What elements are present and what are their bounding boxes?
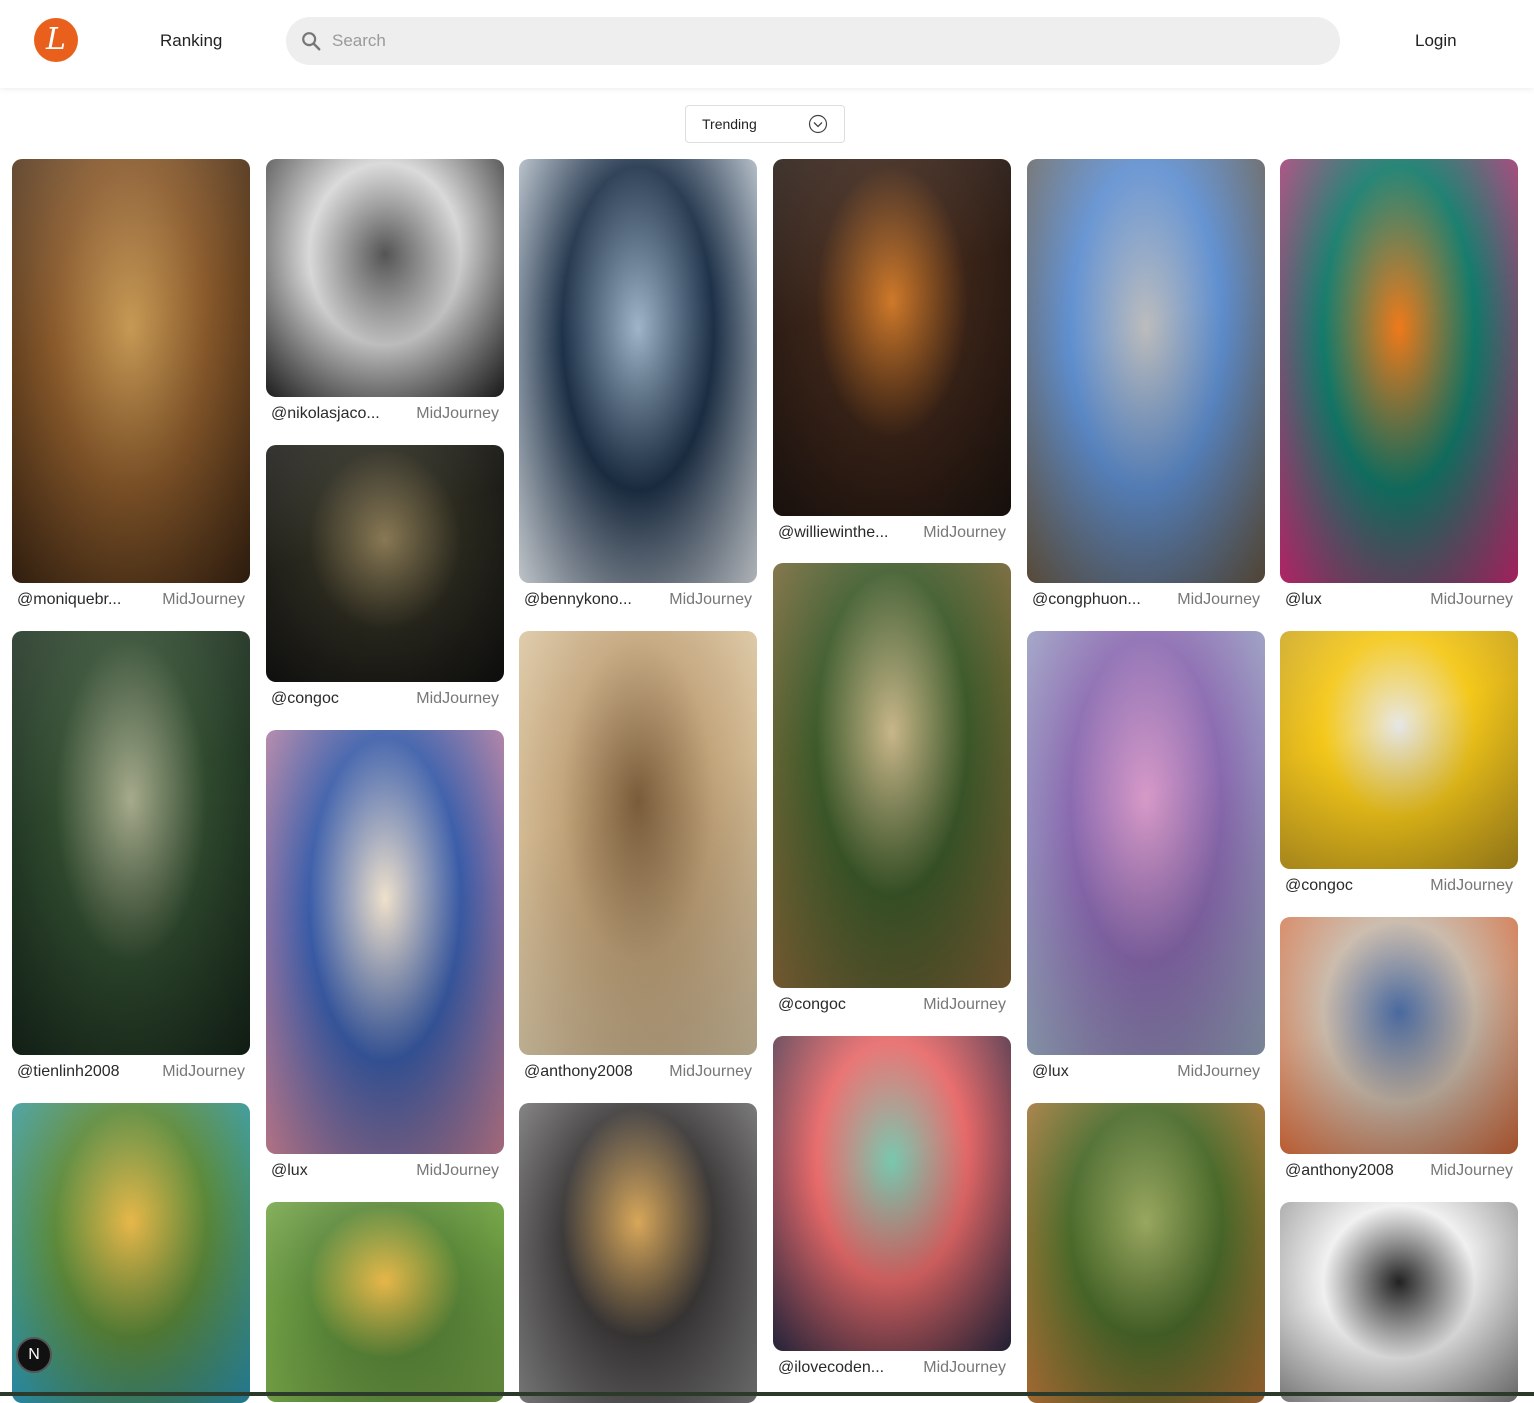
runway-bunny-hood-image[interactable] — [519, 159, 757, 583]
smoking-woman-photo-image[interactable] — [266, 445, 504, 682]
card-model: MidJourney — [669, 1063, 752, 1080]
card-username[interactable]: @nikolasjaco... — [271, 405, 380, 423]
card-username[interactable]: @congoc — [778, 996, 846, 1014]
card-model: MidJourney — [162, 591, 245, 608]
card-model: MidJourney — [1177, 591, 1260, 608]
card-username[interactable]: @lux — [1285, 591, 1322, 609]
card-meta: @moniquebr... MidJourney — [12, 590, 250, 610]
cat-plushies-image[interactable] — [773, 1036, 1011, 1351]
yellow-jacket-ad-image[interactable] — [1280, 631, 1518, 869]
card-username[interactable]: @congoc — [1285, 877, 1353, 895]
card-meta: @lux MidJourney — [266, 1161, 504, 1181]
purple-flower-petals-image[interactable] — [1027, 631, 1265, 1055]
deer-drinking-illustration-image[interactable] — [266, 1202, 504, 1402]
nav-ranking-link[interactable]: Ranking — [160, 31, 222, 51]
card-meta: @lux MidJourney — [1027, 1062, 1265, 1082]
card-model: MidJourney — [1430, 591, 1513, 608]
card-model: MidJourney — [416, 405, 499, 422]
card-meta: @lux MidJourney — [1280, 590, 1518, 610]
subway-passenger-image[interactable] — [12, 631, 250, 1055]
card-username[interactable]: @anthony2008 — [1285, 1162, 1394, 1180]
search-bar[interactable] — [286, 17, 1340, 65]
card-meta: @tienlinh2008 MidJourney — [12, 1062, 250, 1082]
doll-in-garden-image[interactable] — [1027, 1103, 1265, 1403]
card-meta: @anthony2008 MidJourney — [1280, 1161, 1518, 1181]
crocodile-plush-image[interactable] — [773, 563, 1011, 988]
card-meta: @congphuon... MidJourney — [1027, 590, 1265, 610]
card-username[interactable]: @moniquebr... — [17, 591, 121, 609]
card-username[interactable]: @congoc — [271, 690, 339, 708]
glowing-elephant-image[interactable] — [519, 1103, 757, 1403]
card-username[interactable]: @lux — [271, 1162, 308, 1180]
card-meta: @congoc MidJourney — [266, 689, 504, 709]
card-meta: @bennykono... MidJourney — [519, 590, 757, 610]
chevron-down-icon — [808, 114, 828, 134]
card-username[interactable]: @williewinthe... — [778, 524, 889, 542]
card-model: MidJourney — [923, 1359, 1006, 1376]
fisheye-man-buildings-image[interactable] — [1027, 159, 1265, 583]
card-username[interactable]: @anthony2008 — [524, 1063, 633, 1081]
card-username[interactable]: @lux — [1032, 1063, 1069, 1081]
card-username[interactable]: @ilovecoden... — [778, 1359, 884, 1377]
egyptian-queen-portrait-image[interactable] — [12, 159, 250, 583]
airplane-between-buildings-image[interactable] — [266, 159, 504, 397]
card-meta: @ilovecoden... MidJourney — [773, 1358, 1011, 1378]
card-model: MidJourney — [162, 1063, 245, 1080]
card-model: MidJourney — [669, 591, 752, 608]
card-model: MidJourney — [1430, 1162, 1513, 1179]
card-model: MidJourney — [416, 690, 499, 707]
sort-selected-label: Trending — [702, 116, 757, 132]
card-meta: @nikolasjaco... MidJourney — [266, 404, 504, 424]
card-meta: @anthony2008 MidJourney — [519, 1062, 757, 1082]
card-username[interactable]: @tienlinh2008 — [17, 1063, 120, 1081]
sort-dropdown[interactable]: Trending — [685, 105, 845, 143]
bottom-edge — [0, 1392, 1534, 1396]
logo-icon[interactable]: L — [34, 18, 78, 62]
bw-collage-face-image[interactable] — [1280, 1202, 1518, 1402]
egg-diorama-image[interactable] — [1280, 917, 1518, 1154]
card-meta: @williewinthe... MidJourney — [773, 523, 1011, 543]
card-model: MidJourney — [923, 524, 1006, 541]
mulled-wine-image[interactable] — [773, 159, 1011, 516]
dog-in-bike-basket-image[interactable] — [266, 730, 504, 1154]
sketch-creature-parchment-image[interactable] — [519, 631, 757, 1055]
card-model: MidJourney — [1177, 1063, 1260, 1080]
card-model: MidJourney — [416, 1162, 499, 1179]
search-input[interactable] — [332, 31, 1292, 51]
card-meta: @congoc MidJourney — [773, 995, 1011, 1015]
card-model: MidJourney — [1430, 877, 1513, 894]
card-model: MidJourney — [923, 996, 1006, 1013]
card-username[interactable]: @bennykono... — [524, 591, 632, 609]
floating-badge[interactable]: N — [16, 1337, 52, 1373]
search-icon — [302, 32, 321, 51]
card-username[interactable]: @congphuon... — [1032, 591, 1141, 609]
login-button[interactable]: Login — [1415, 31, 1457, 51]
card-meta: @congoc MidJourney — [1280, 876, 1518, 896]
top-header: L Ranking Login — [0, 0, 1534, 88]
anime-girl-poster-image[interactable] — [1280, 159, 1518, 583]
